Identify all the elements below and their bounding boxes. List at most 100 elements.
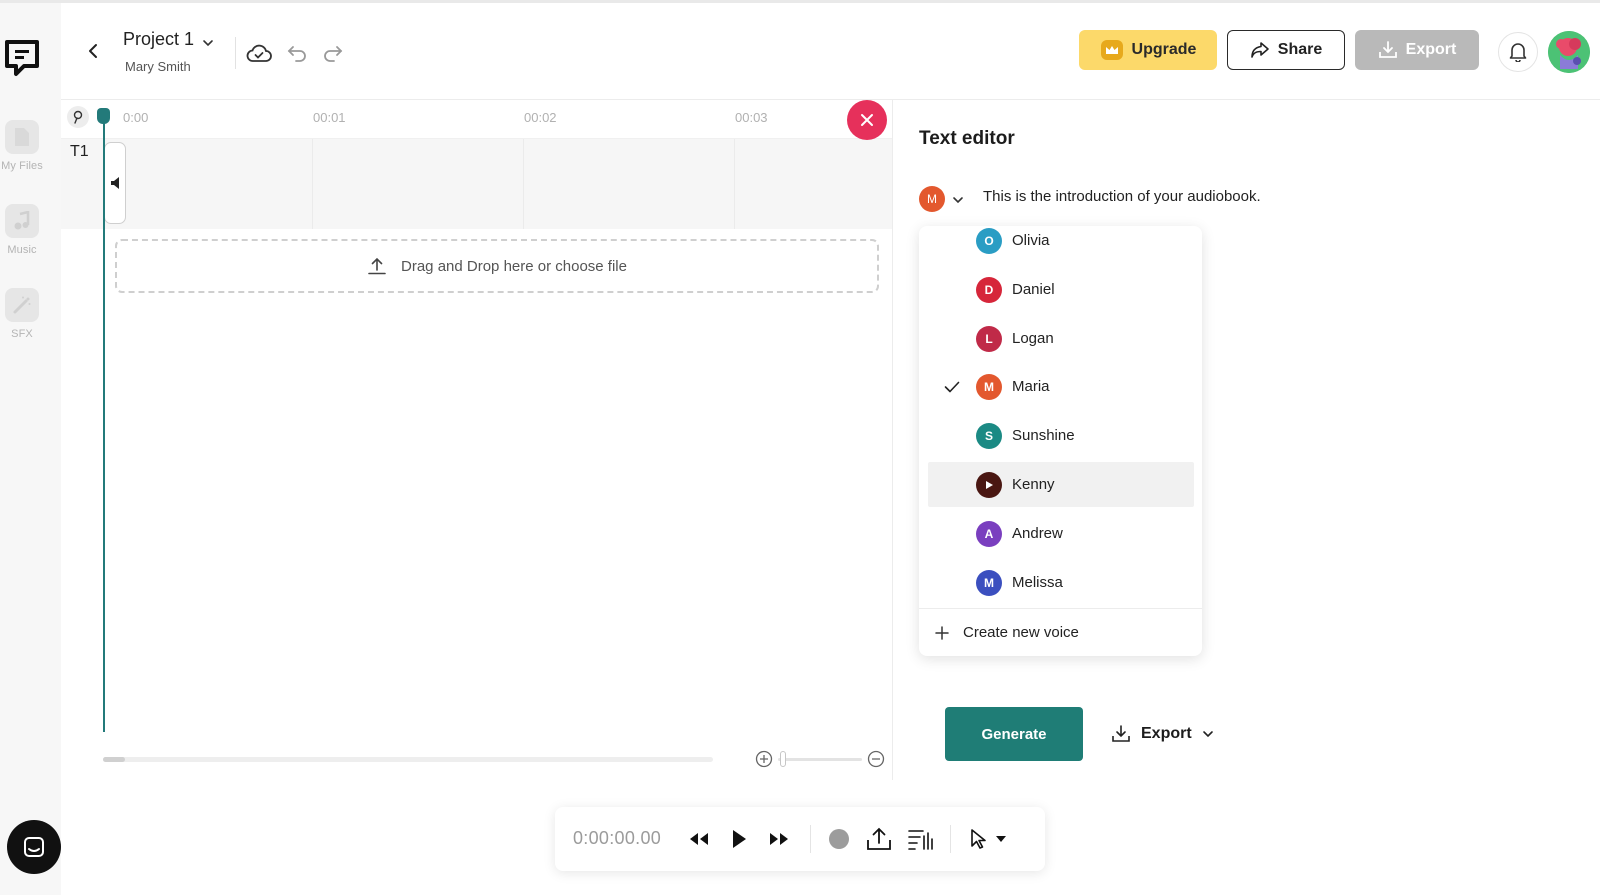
cursor-tool-button[interactable] (965, 825, 993, 853)
upgrade-button[interactable]: Upgrade (1079, 30, 1217, 70)
sidebar-item-music[interactable]: Music (0, 204, 44, 256)
voice-option-sunshine[interactable]: S Sunshine (928, 413, 1194, 458)
voice-option-maria[interactable]: M Maria (928, 364, 1194, 409)
scrollbar-thumb[interactable] (103, 757, 125, 762)
project-title[interactable]: Project 1 (123, 29, 194, 50)
check-slot (928, 560, 976, 605)
sidebar-item-my-files[interactable]: My Files (0, 120, 44, 172)
sidebar-item-label: Music (7, 244, 37, 256)
voice-option-daniel[interactable]: D Daniel (928, 267, 1194, 312)
header-divider (235, 37, 236, 69)
avatar[interactable] (1548, 31, 1590, 73)
voice-name: Kenny (1012, 476, 1055, 493)
zoom-in-button[interactable] (755, 750, 773, 768)
crown-icon (1100, 40, 1123, 60)
voice-name: Melissa (1012, 574, 1063, 591)
selected-voice-avatar[interactable]: M (919, 186, 945, 212)
dropzone-label: Drag and Drop here or choose file (401, 257, 627, 275)
playhead-handle[interactable] (97, 108, 110, 124)
check-slot (928, 267, 976, 312)
sidebar-item-sfx[interactable]: SFX (0, 288, 44, 340)
download-icon (1378, 41, 1397, 58)
upload-icon (867, 827, 891, 850)
cursor-icon (971, 829, 986, 849)
voice-avatar: M (976, 569, 1002, 596)
app: My Files Music SFX Project 1 Mary Smith (0, 0, 1600, 895)
voice-avatar: D (976, 276, 1002, 303)
upload-icon (368, 257, 386, 275)
playhead-line (103, 116, 105, 732)
check-icon (928, 364, 976, 409)
sidebar-item-label: SFX (11, 328, 33, 340)
chevron-down-icon[interactable] (951, 193, 965, 207)
project-owner: Mary Smith (125, 59, 191, 74)
rewind-button[interactable] (685, 825, 713, 853)
play-icon (986, 480, 993, 489)
plus-icon (935, 625, 949, 640)
zoom-out-button[interactable] (867, 750, 885, 768)
sidebar-item-label: My Files (1, 160, 43, 172)
file-icon (5, 120, 39, 154)
editor-text-line[interactable]: This is the introduction of your audiobo… (983, 188, 1261, 205)
ruler-tick: 0:00 (123, 110, 149, 125)
upgrade-label: Upgrade (1131, 41, 1197, 58)
bell-icon (1509, 43, 1527, 62)
magic-wand-icon (5, 288, 39, 322)
caret-down-icon (996, 836, 1006, 842)
ruler-tick: 00:01 (313, 110, 346, 125)
audio-clip[interactable] (104, 142, 126, 224)
voice-option-andrew[interactable]: A Andrew (928, 511, 1194, 556)
notifications-button[interactable] (1498, 32, 1538, 72)
equalizer-icon (908, 830, 933, 850)
voice-name: Daniel (1012, 281, 1055, 298)
voice-option-melissa[interactable]: M Melissa (928, 560, 1194, 605)
chevron-down-icon[interactable] (201, 36, 215, 50)
fast-forward-button[interactable] (765, 825, 793, 853)
ruler-tick: 00:02 (524, 110, 557, 125)
check-slot (928, 226, 976, 263)
transport-divider (810, 825, 811, 853)
check-slot (928, 462, 976, 507)
track-row[interactable] (61, 139, 892, 229)
chat-icon (24, 837, 44, 857)
check-slot (928, 316, 976, 361)
create-new-voice-button[interactable]: Create new voice (919, 609, 1202, 656)
file-dropzone[interactable]: Drag and Drop here or choose file (115, 239, 879, 293)
redo-icon[interactable] (319, 40, 347, 66)
close-button[interactable] (847, 100, 887, 140)
upload-button[interactable] (865, 825, 893, 853)
cloud-saved-icon[interactable] (245, 40, 273, 66)
share-button[interactable]: Share (1227, 30, 1345, 70)
export-label: Export (1405, 41, 1457, 58)
ruler-tick: 00:03 (735, 110, 768, 125)
check-slot (928, 413, 976, 458)
voice-option-kenny[interactable]: Kenny (928, 462, 1194, 507)
pin-icon (73, 110, 83, 124)
voice-option-olivia[interactable]: O Olivia (928, 226, 1194, 263)
horizontal-scrollbar[interactable] (103, 757, 713, 762)
back-button[interactable] (81, 39, 105, 63)
play-button[interactable] (725, 825, 753, 853)
track-gridline (312, 139, 313, 229)
marker-pin-button[interactable] (67, 106, 89, 128)
export-button[interactable]: Export (1355, 30, 1479, 70)
music-note-icon (5, 204, 39, 238)
zoom-slider-handle[interactable] (780, 751, 786, 767)
tool-dropdown-button[interactable] (991, 825, 1011, 853)
app-logo-icon[interactable] (4, 39, 40, 79)
audio-settings-button[interactable] (907, 825, 935, 853)
zoom-slider[interactable] (778, 758, 862, 761)
voice-option-logan[interactable]: L Logan (928, 316, 1194, 361)
transport-divider (950, 825, 951, 853)
voice-avatar: O (976, 227, 1002, 254)
voice-list[interactable]: O Olivia D Daniel L Logan M Maria S Suns… (919, 226, 1202, 608)
export-dropdown-button[interactable]: Export (1111, 722, 1214, 746)
close-icon (861, 114, 873, 126)
record-button[interactable] (825, 825, 853, 853)
chat-support-button[interactable] (7, 820, 61, 874)
voice-preview-play-button[interactable] (976, 471, 1002, 498)
generate-button[interactable]: Generate (945, 707, 1083, 761)
editor-title: Text editor (919, 128, 1015, 149)
undo-icon[interactable] (283, 40, 311, 66)
chevron-left-icon (89, 44, 97, 58)
